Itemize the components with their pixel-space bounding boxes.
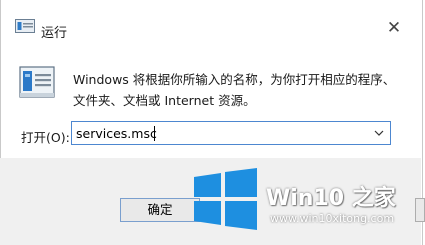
run-icon (15, 19, 35, 33)
text-caret (154, 126, 155, 141)
watermark-url: www.win10xitong.com (270, 212, 395, 225)
close-icon: ✕ (386, 18, 402, 38)
description-line-2: 文件夹、文档或 Internet 资源。 (73, 93, 256, 108)
button-edge[interactable] (415, 198, 425, 222)
title-bar: 运行 ✕ (1, 0, 422, 41)
chevron-down-icon (374, 130, 384, 136)
description-line-1: Windows 将根据你所输入的名称，为你打开相应的程序、 (73, 72, 396, 87)
open-combobox[interactable] (71, 121, 391, 145)
windows-logo-icon (194, 168, 257, 230)
window-title: 运行 (41, 26, 68, 41)
ok-button[interactable]: 确定 (120, 198, 200, 222)
dropdown-button[interactable] (368, 122, 390, 144)
close-button[interactable]: ✕ (384, 18, 404, 38)
watermark-brand: Win10 之家 (266, 186, 396, 211)
open-label: 打开(O): (21, 130, 70, 145)
open-input[interactable] (76, 124, 356, 142)
run-icon (19, 66, 55, 98)
description: Windows 将根据你所输入的名称，为你打开相应的程序、 文件夹、文档或 In… (73, 69, 403, 111)
